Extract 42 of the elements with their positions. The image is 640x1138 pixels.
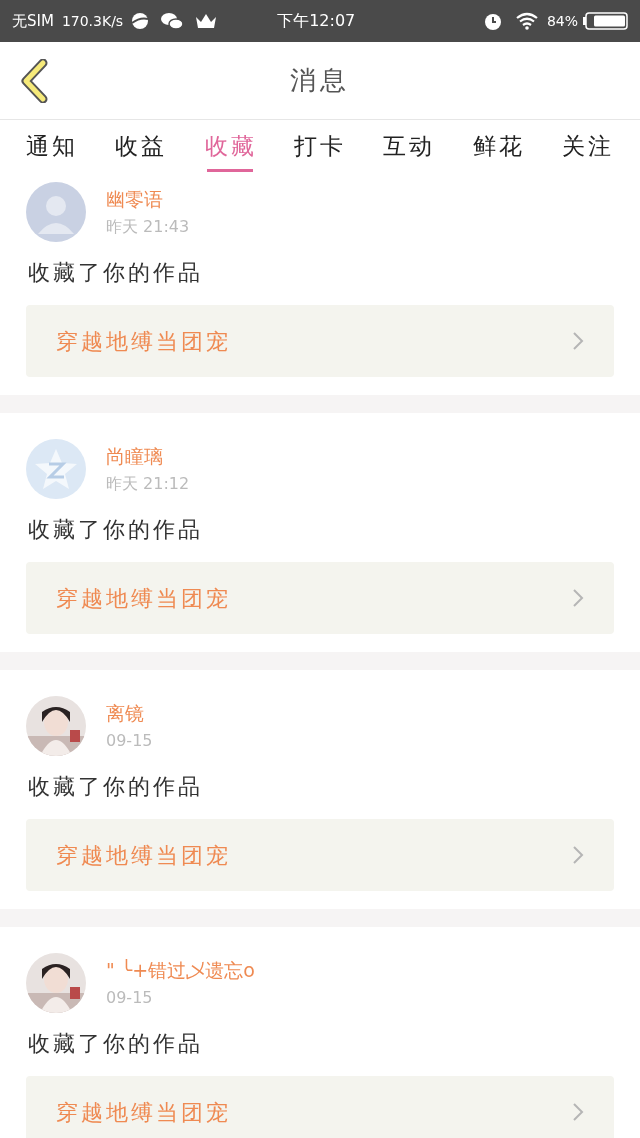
network-speed: 170.3K/s: [61, 11, 124, 31]
tab[interactable]: 收藏: [196, 120, 265, 172]
message-time: 09-15: [106, 730, 153, 753]
work-card[interactable]: 穿越地缚当团宠: [26, 305, 614, 377]
user-name[interactable]: 离镜: [106, 698, 153, 728]
user-name[interactable]: 幽零语: [106, 184, 190, 214]
message-time: 昨天 21:43: [106, 216, 190, 239]
tab[interactable]: 通知: [18, 120, 86, 172]
star-avatar-icon: [26, 439, 86, 499]
user-name[interactable]: 尚瞳璃: [106, 441, 190, 471]
page-title: 消息: [290, 64, 350, 97]
tab[interactable]: 互动: [375, 120, 444, 172]
planet-icon: [131, 12, 150, 30]
chevron-right-icon: [572, 331, 584, 351]
user-name[interactable]: " ╰+错过乄遗忘o: [106, 955, 255, 985]
message-text: 收藏了你的作品: [27, 1030, 204, 1058]
battery-percent: 84%: [546, 11, 578, 31]
work-card[interactable]: 穿越地缚当团宠: [26, 819, 614, 891]
clock-time: 下午12:07: [277, 10, 356, 32]
work-card[interactable]: 穿越地缚当团宠: [26, 562, 614, 634]
carrier-text: 无SIM: [12, 10, 54, 32]
message-time: 09-15: [106, 987, 154, 1010]
message-text: 收藏了你的作品: [27, 773, 204, 801]
chevron-right-icon: [572, 588, 584, 608]
crown-icon: [195, 13, 218, 29]
work-card[interactable]: 穿越地缚当团宠: [26, 1076, 614, 1138]
tab[interactable]: 鲜花: [464, 120, 533, 172]
tab[interactable]: 关注: [553, 120, 622, 172]
tab[interactable]: 收益: [107, 120, 176, 172]
message-time: 昨天 21:12: [106, 473, 190, 496]
message-text: 收藏了你的作品: [27, 259, 204, 287]
alarm-icon: [482, 11, 503, 31]
avatar-icon: [26, 182, 86, 242]
tab-underline: [206, 169, 253, 172]
back-icon: [19, 58, 49, 103]
chevron-right-icon: [572, 1102, 584, 1122]
wifi-icon: [514, 12, 539, 30]
tab[interactable]: 打卡: [286, 120, 354, 172]
message-text: 收藏了你的作品: [27, 516, 204, 544]
chevron-right-icon: [572, 845, 584, 865]
chat-icon: [161, 12, 184, 30]
battery-icon: [582, 12, 628, 30]
